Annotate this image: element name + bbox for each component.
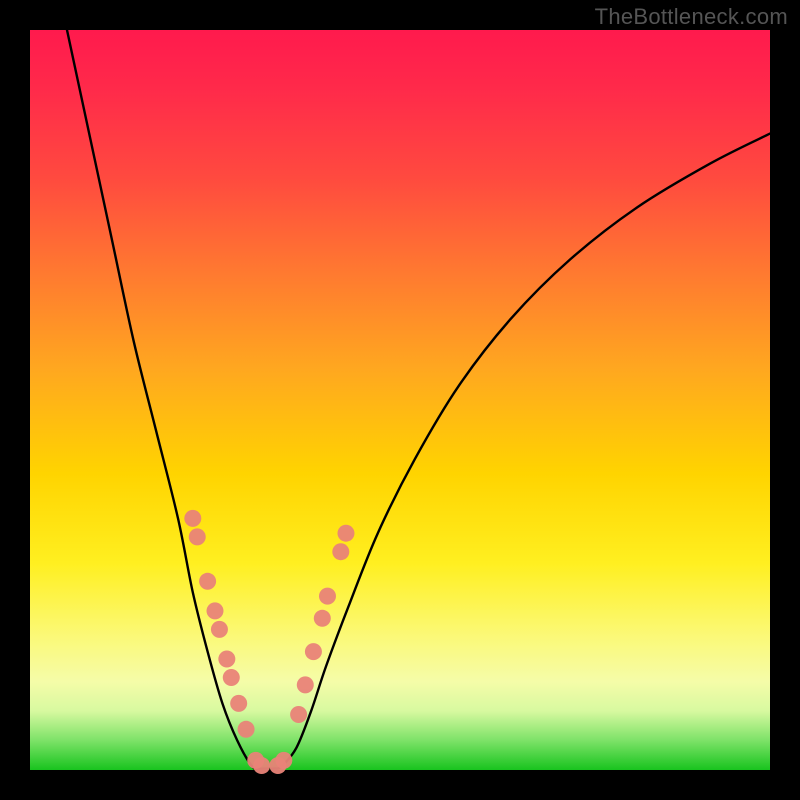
- data-marker: [305, 643, 322, 660]
- data-marker: [297, 676, 314, 693]
- watermark-text: TheBottleneck.com: [595, 4, 788, 30]
- data-marker: [238, 721, 255, 738]
- data-marker: [290, 706, 307, 723]
- data-marker: [314, 610, 331, 627]
- data-marker: [218, 651, 235, 668]
- data-marker: [253, 757, 270, 774]
- data-marker: [230, 695, 247, 712]
- data-marker: [211, 621, 228, 638]
- marker-layer: [184, 510, 354, 774]
- curve-layer: [67, 30, 770, 769]
- bottleneck-curve: [67, 30, 770, 769]
- data-marker: [207, 602, 224, 619]
- data-marker: [332, 543, 349, 560]
- data-marker: [275, 752, 292, 769]
- data-marker: [189, 528, 206, 545]
- plot-area: [30, 30, 770, 770]
- curve-svg: [30, 30, 770, 770]
- data-marker: [319, 588, 336, 605]
- data-marker: [337, 525, 354, 542]
- data-marker: [223, 669, 240, 686]
- data-marker: [184, 510, 201, 527]
- chart-frame: TheBottleneck.com: [0, 0, 800, 800]
- data-marker: [199, 573, 216, 590]
